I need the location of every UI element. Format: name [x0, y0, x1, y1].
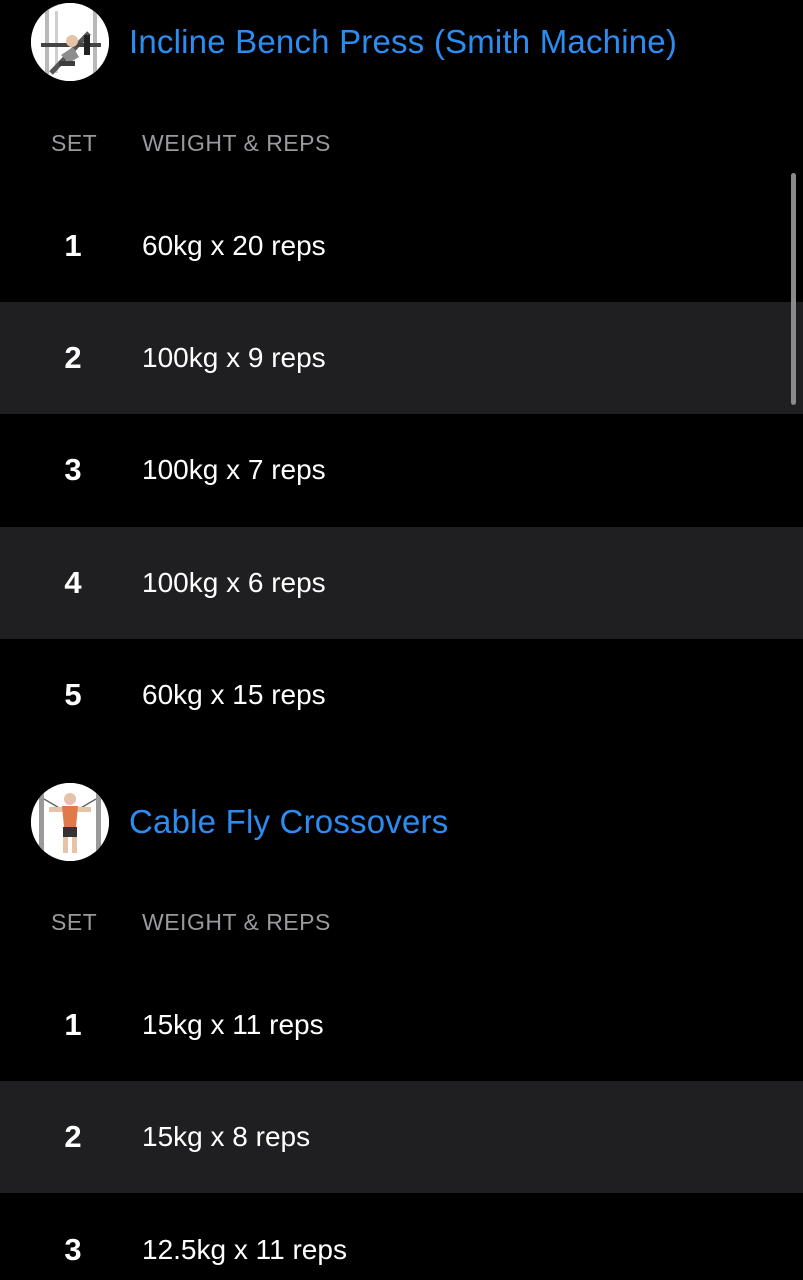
set-row: 3 100kg x 7 reps [0, 414, 803, 526]
set-number: 3 [64, 1232, 82, 1267]
column-headers: SET WEIGHT & REPS [0, 902, 803, 942]
set-weight-reps: 15kg x 11 reps [142, 1009, 324, 1040]
exercise-title[interactable]: Incline Bench Press (Smith Machine) [129, 23, 677, 61]
exercise-thumbnail[interactable] [31, 3, 109, 81]
set-number: 2 [64, 1119, 82, 1154]
set-row: 5 60kg x 15 reps [0, 639, 803, 751]
set-row: 2 15kg x 8 reps [0, 1081, 803, 1193]
set-number: 1 [64, 228, 82, 263]
exercise-header[interactable]: Incline Bench Press (Smith Machine) [31, 2, 677, 82]
set-weight-reps: 100kg x 9 reps [142, 342, 326, 373]
set-number: 4 [64, 565, 82, 600]
set-row: 1 15kg x 11 reps [0, 969, 803, 1081]
set-row: 1 60kg x 20 reps [0, 190, 803, 302]
workout-detail-screen: Incline Bench Press (Smith Machine) SET … [0, 0, 803, 1280]
set-number: 3 [64, 452, 82, 487]
set-column-header: SET [51, 908, 98, 935]
weight-reps-column-header: WEIGHT & REPS [142, 129, 331, 156]
set-weight-reps: 60kg x 15 reps [142, 679, 326, 710]
column-headers: SET WEIGHT & REPS [0, 123, 803, 163]
set-column-header: SET [51, 129, 98, 156]
exercise-title[interactable]: Cable Fly Crossovers [129, 803, 448, 841]
set-weight-reps: 60kg x 20 reps [142, 230, 326, 261]
set-number: 2 [64, 340, 82, 375]
set-row: 2 100kg x 9 reps [0, 302, 803, 414]
exercise-thumbnail[interactable] [31, 783, 109, 861]
set-row: 3 12.5kg x 11 reps [0, 1194, 803, 1280]
weight-reps-column-header: WEIGHT & REPS [142, 908, 331, 935]
incline-bench-press-icon [31, 3, 109, 81]
set-weight-reps: 100kg x 7 reps [142, 454, 326, 485]
set-weight-reps: 100kg x 6 reps [142, 567, 326, 598]
scrollbar[interactable] [791, 173, 796, 405]
set-number: 1 [64, 1007, 82, 1042]
exercise-header[interactable]: Cable Fly Crossovers [31, 782, 448, 862]
set-weight-reps: 15kg x 8 reps [142, 1121, 311, 1152]
set-number: 5 [64, 677, 82, 712]
cable-fly-icon [31, 783, 109, 861]
set-weight-reps: 12.5kg x 11 reps [142, 1234, 347, 1265]
set-row: 4 100kg x 6 reps [0, 527, 803, 639]
